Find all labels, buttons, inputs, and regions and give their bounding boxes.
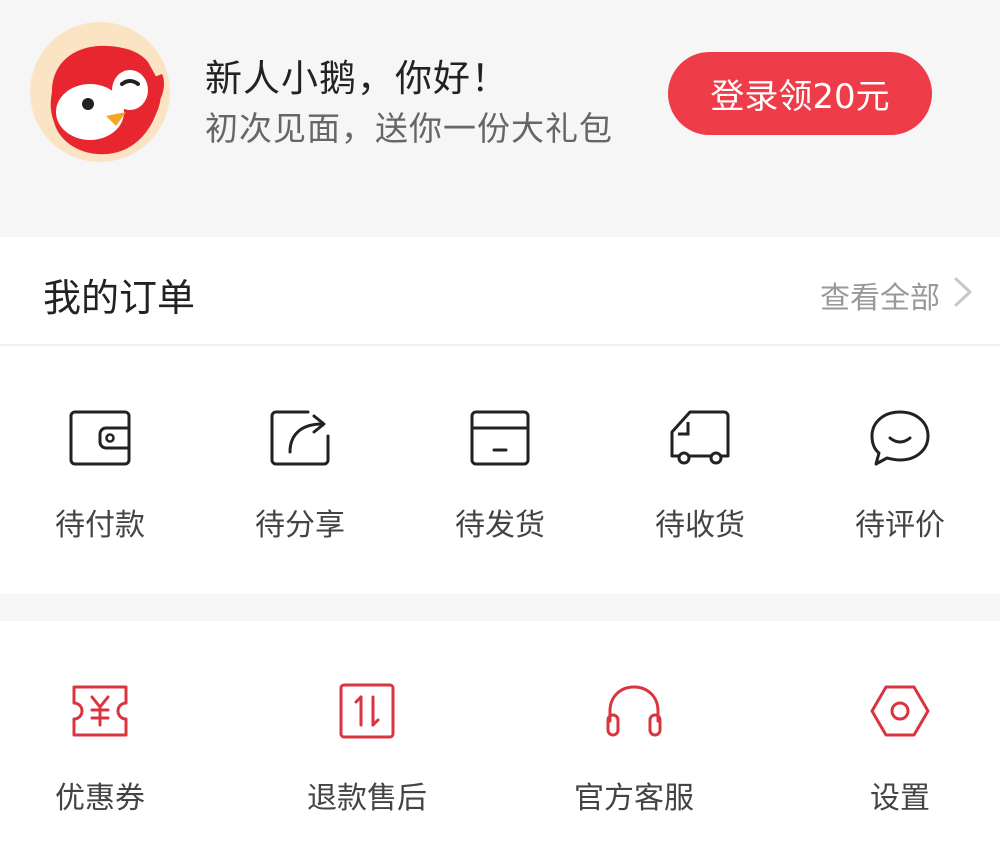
- headphones-icon: [606, 685, 662, 737]
- wallet-icon: [69, 410, 131, 466]
- coupon-icon: [72, 685, 128, 737]
- order-pending-shipment[interactable]: 待发货: [400, 346, 600, 594]
- section-divider: [0, 594, 1000, 621]
- order-label: 待收货: [655, 508, 745, 543]
- order-pending-receipt[interactable]: 待收货: [600, 346, 800, 594]
- tool-label: 官方客服: [574, 781, 694, 816]
- customer-service-entry[interactable]: 官方客服: [534, 621, 734, 849]
- refund-entry[interactable]: 退款售后: [267, 621, 467, 849]
- settings-entry[interactable]: 设置: [800, 621, 1000, 849]
- order-status-row: 待付款 待分享 待发货 待收货 待评价: [0, 346, 1000, 594]
- subgreeting-text: 初次见面，送你一份大礼包: [205, 109, 613, 148]
- penguin-mascot-icon[interactable]: [30, 22, 170, 162]
- view-all-orders-link[interactable]: 查看全部: [820, 273, 940, 317]
- coupon-entry[interactable]: 优惠券: [0, 621, 200, 849]
- share-icon: [270, 410, 330, 466]
- tool-label: 设置: [870, 781, 930, 816]
- package-box-icon: [470, 410, 530, 466]
- order-pending-review[interactable]: 待评价: [800, 346, 1000, 594]
- order-pending-payment[interactable]: 待付款: [0, 346, 200, 594]
- tool-label: 退款售后: [307, 781, 427, 816]
- order-label: 待付款: [55, 508, 145, 543]
- orders-title: 我的订单: [43, 276, 196, 320]
- settings-hexagon-icon: [870, 685, 930, 737]
- chevron-right-icon[interactable]: [950, 275, 976, 309]
- user-header: 新人小鹅，你好！ 初次见面，送你一份大礼包 登录领20元: [0, 0, 1000, 237]
- refund-icon: [339, 683, 395, 739]
- order-pending-share[interactable]: 待分享: [200, 346, 400, 594]
- login-button[interactable]: 登录领20元: [668, 52, 932, 135]
- order-label: 待评价: [855, 508, 945, 543]
- order-label: 待分享: [255, 508, 345, 543]
- tool-label: 优惠券: [55, 781, 145, 816]
- service-tools-row: 优惠券 退款售后 官方客服 设置: [0, 621, 1000, 849]
- orders-section-header: 我的订单 查看全部: [0, 237, 1000, 346]
- greeting-text: 新人小鹅，你好！: [205, 57, 509, 100]
- order-label: 待发货: [455, 508, 545, 543]
- comment-bubble-icon: [870, 410, 930, 466]
- delivery-truck-icon: [670, 410, 730, 465]
